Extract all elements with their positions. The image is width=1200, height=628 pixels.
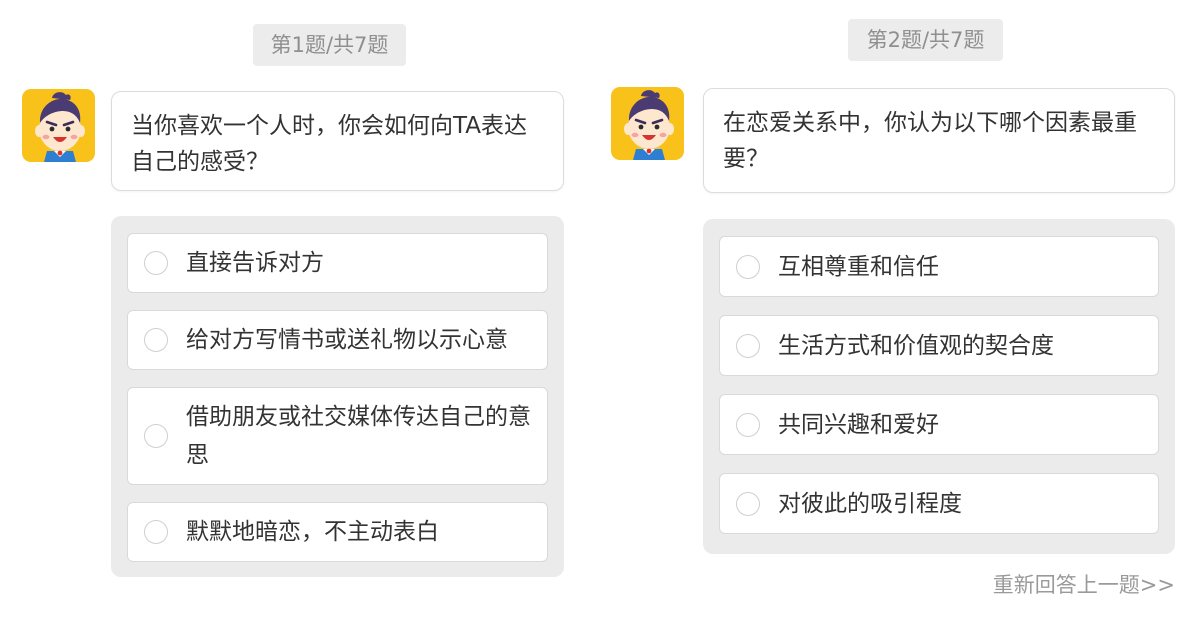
option-4[interactable]: 默默地暗恋，不主动表白	[127, 502, 548, 562]
option-1[interactable]: 直接告诉对方	[127, 233, 548, 293]
options-list: 直接告诉对方 给对方写情书或送礼物以示心意 借助朋友或社交媒体传达自己的意思 默…	[111, 216, 564, 577]
options-list: 互相尊重和信任 生活方式和价值观的契合度 共同兴趣和爱好 对彼此的吸引程度	[703, 219, 1175, 554]
option-label: 生活方式和价值观的契合度	[778, 332, 1054, 359]
question-panel-1: 第1题/共7题 当你喜欢一个人时，你会如何向TA表达自己的感受？ 直接告诉对方 …	[0, 0, 590, 628]
question-panel-2: 第2题/共7题 在恋爱关系中，你认为以下哪个因素最重要？ 互相尊重和信任 生活方…	[590, 0, 1200, 628]
radio-unchecked-icon[interactable]	[736, 491, 760, 516]
option-1[interactable]: 互相尊重和信任	[719, 236, 1159, 297]
radio-unchecked-icon[interactable]	[144, 251, 168, 275]
radio-unchecked-icon[interactable]	[144, 520, 168, 544]
radio-unchecked-icon[interactable]	[736, 254, 760, 279]
avatar-icon	[22, 89, 95, 162]
question-bubble: 当你喜欢一个人时，你会如何向TA表达自己的感受？	[111, 91, 564, 191]
progress-indicator: 第1题/共7题	[253, 24, 406, 66]
progress-indicator: 第2题/共7题	[848, 19, 1003, 61]
option-label: 直接告诉对方	[186, 250, 324, 276]
option-label: 给对方写情书或送礼物以示心意	[186, 327, 508, 353]
option-3[interactable]: 借助朋友或社交媒体传达自己的意思	[127, 387, 548, 485]
option-label: 默默地暗恋，不主动表白	[186, 519, 439, 545]
option-4[interactable]: 对彼此的吸引程度	[719, 473, 1159, 534]
redo-previous-question-link[interactable]: 重新回答上一题>>	[993, 569, 1175, 599]
option-2[interactable]: 生活方式和价值观的契合度	[719, 315, 1159, 376]
option-label: 借助朋友或社交媒体传达自己的意思	[186, 404, 531, 468]
radio-unchecked-icon[interactable]	[144, 424, 168, 448]
radio-unchecked-icon[interactable]	[144, 328, 168, 352]
option-label: 互相尊重和信任	[778, 253, 939, 280]
option-label: 共同兴趣和爱好	[778, 411, 939, 438]
avatar-icon	[611, 87, 684, 160]
option-3[interactable]: 共同兴趣和爱好	[719, 394, 1159, 455]
radio-unchecked-icon[interactable]	[736, 412, 760, 437]
radio-unchecked-icon[interactable]	[736, 333, 760, 358]
option-2[interactable]: 给对方写情书或送礼物以示心意	[127, 310, 548, 370]
question-bubble: 在恋爱关系中，你认为以下哪个因素最重要？	[703, 88, 1175, 193]
option-label: 对彼此的吸引程度	[778, 490, 962, 517]
